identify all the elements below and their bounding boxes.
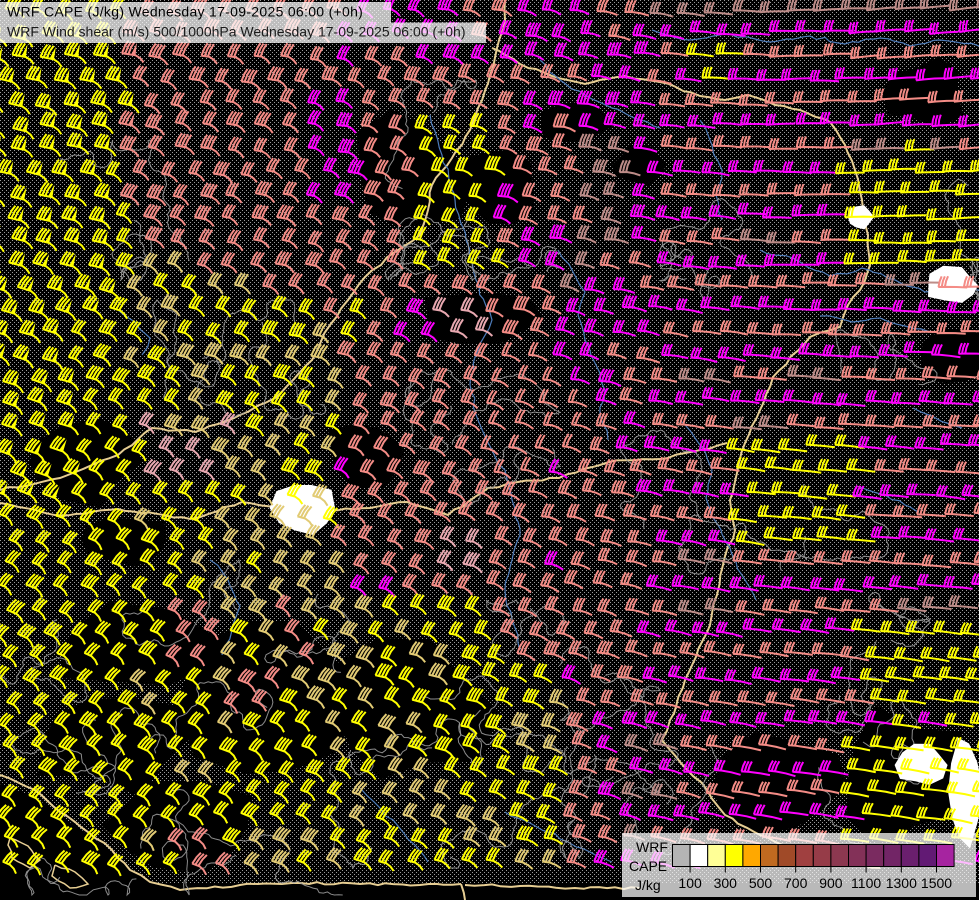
- svg-text:CAPE: CAPE: [629, 858, 667, 874]
- svg-text:WRF: WRF: [636, 839, 668, 855]
- svg-text:500: 500: [749, 875, 773, 891]
- svg-text:900: 900: [819, 875, 843, 891]
- svg-text:1100: 1100: [851, 875, 881, 891]
- svg-text:WRF Wind shear (m/s) 500/1000h: WRF Wind shear (m/s) 500/1000hPa Wednesd…: [7, 23, 466, 39]
- svg-text:700: 700: [784, 875, 808, 891]
- svg-text:WRF CAPE (J/kg) Wednesday 17-0: WRF CAPE (J/kg) Wednesday 17-09-2025 06:…: [7, 3, 363, 19]
- svg-text:1300: 1300: [886, 875, 917, 891]
- svg-text:J/kg: J/kg: [635, 877, 661, 893]
- svg-text:300: 300: [714, 875, 738, 891]
- svg-text:100: 100: [678, 875, 702, 891]
- svg-text:1500: 1500: [921, 875, 952, 891]
